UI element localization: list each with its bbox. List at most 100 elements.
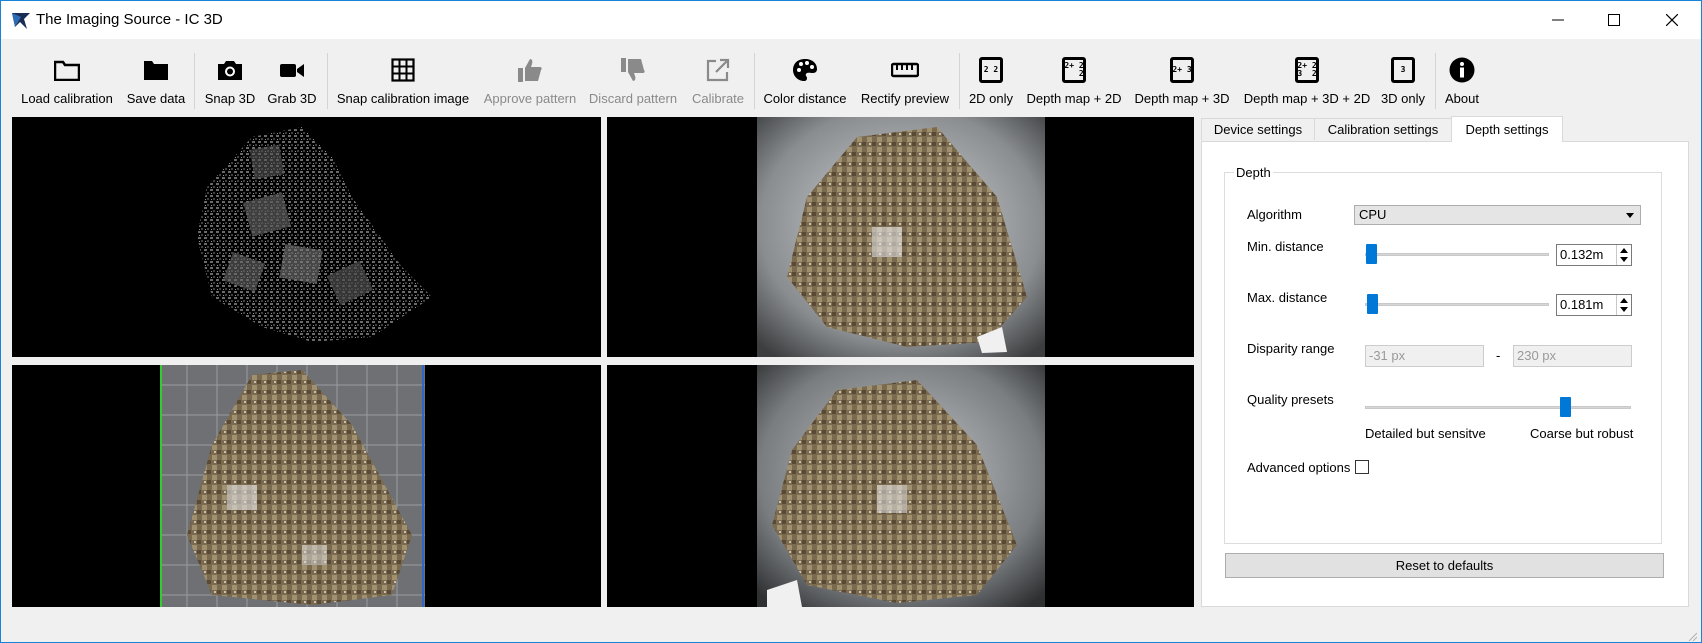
disparity-range-label: Disparity range (1247, 341, 1335, 356)
view-depth-3d-2d-label: Depth map + 3D + 2D (1243, 91, 1371, 106)
resize-grip-icon[interactable] (1687, 628, 1698, 642)
stepper-up-icon[interactable] (1620, 298, 1628, 303)
approve-pattern-label: Approve pattern (483, 91, 577, 106)
load-calibration-label: Load calibration (21, 91, 113, 106)
min-distance-value: 0.132m (1560, 247, 1604, 262)
main-window: The Imaging Source - IC 3D Load calibrat… (0, 0, 1702, 643)
snap-calibration-image-label: Snap calibration image (336, 91, 470, 106)
view-depth-3d-label: Depth map + 3D (1134, 91, 1230, 106)
snap-calibration-image-button[interactable]: Snap calibration image (334, 43, 472, 111)
thumbs-down-icon (620, 57, 646, 83)
toolbar-separator (1435, 53, 1436, 109)
algorithm-select[interactable]: CPU (1354, 205, 1641, 225)
toolbar-separator (194, 53, 195, 109)
tab-calibration-settings[interactable]: Calibration settings (1314, 118, 1452, 140)
minimize-icon (1552, 19, 1564, 21)
view-2d-only-label: 2D only (968, 91, 1014, 106)
view-depth-3d-2d-icon: 2+ 2 3 2 (1295, 57, 1319, 83)
view-2d-icon: 2 2 (979, 57, 1003, 83)
camera-image-cereal (757, 117, 1045, 357)
video-camera-icon (279, 57, 305, 83)
view-depth-2d-icon: 2+ 2 2 (1062, 57, 1086, 83)
save-data-button[interactable]: Save data (125, 43, 187, 111)
max-distance-spinbox[interactable]: 0.181m (1556, 294, 1632, 316)
load-calibration-button[interactable]: Load calibration (21, 43, 113, 111)
depth-map-view[interactable] (12, 117, 601, 357)
toolbar-separator (754, 53, 755, 109)
view-depth-3d-2d-button[interactable]: 2+ 2 3 2 Depth map + 3D + 2D (1240, 43, 1374, 111)
max-distance-value: 0.181m (1560, 297, 1604, 312)
min-distance-label: Min. distance (1247, 239, 1324, 254)
close-button[interactable] (1643, 1, 1701, 39)
view-2d-only-button[interactable]: 2 2 2D only (965, 43, 1017, 111)
info-icon (1449, 57, 1475, 83)
min-distance-stepper[interactable] (1616, 245, 1631, 265)
window-title: The Imaging Source - IC 3D (36, 11, 223, 28)
toolbar-separator (959, 53, 960, 109)
depth-point-cloud-image (197, 127, 432, 342)
quality-right-label: Coarse but robust (1530, 426, 1634, 441)
algorithm-label: Algorithm (1247, 207, 1302, 222)
discard-pattern-label: Discard pattern (588, 91, 678, 106)
quality-presets-label: Quality presets (1247, 392, 1334, 407)
camera-image-cereal (757, 365, 1045, 607)
reset-to-defaults-button[interactable]: Reset to defaults (1225, 553, 1664, 578)
color-distance-label: Color distance (763, 91, 847, 106)
snap-3d-button[interactable]: Snap 3D (202, 43, 258, 111)
external-edit-icon (706, 57, 730, 83)
toolbar: Load calibration Save data Snap 3D Grab … (1, 43, 1701, 111)
palette-icon (792, 57, 818, 83)
max-distance-label: Max. distance (1247, 290, 1328, 305)
view-3d-icon: 3 (1391, 57, 1415, 83)
max-distance-stepper[interactable] (1616, 295, 1631, 315)
max-distance-slider-handle[interactable] (1367, 294, 1378, 314)
close-icon (1666, 14, 1678, 26)
quality-presets-slider-handle[interactable] (1560, 397, 1571, 417)
disparity-separator: - (1496, 348, 1501, 363)
disparity-max-field[interactable]: 230 px (1513, 345, 1632, 367)
right-camera-view[interactable] (607, 365, 1194, 607)
minimize-button[interactable] (1529, 1, 1587, 39)
min-distance-slider-handle[interactable] (1366, 244, 1377, 264)
view-3d-only-button[interactable]: 3 3D only (1379, 43, 1427, 111)
calibrate-label: Calibrate (691, 91, 745, 106)
color-distance-button[interactable]: Color distance (761, 43, 849, 111)
depth-group-title: Depth (1234, 165, 1273, 180)
thumbs-up-icon (517, 57, 543, 83)
title-bar: The Imaging Source - IC 3D (1, 1, 1701, 39)
3d-point-cloud-image (160, 365, 425, 607)
view-depth-3d-icon: 2+ 3 (1170, 57, 1194, 83)
about-button[interactable]: About (1441, 43, 1483, 111)
stepper-up-icon[interactable] (1620, 248, 1628, 253)
min-distance-spinbox[interactable]: 0.132m (1556, 244, 1632, 266)
tab-depth-settings[interactable]: Depth settings (1451, 116, 1563, 142)
maximize-button[interactable] (1585, 1, 1643, 39)
calibrate-button[interactable]: Calibrate (687, 43, 749, 111)
max-distance-slider-track[interactable] (1365, 303, 1549, 306)
chevron-down-icon (1626, 213, 1634, 218)
view-depth-3d-button[interactable]: 2+ 3 Depth map + 3D (1131, 43, 1233, 111)
advanced-options-checkbox[interactable] (1355, 460, 1369, 474)
view-depth-2d-label: Depth map + 2D (1026, 91, 1122, 106)
left-camera-view[interactable] (607, 117, 1194, 357)
discard-pattern-button[interactable]: Discard pattern (585, 43, 681, 111)
maximize-icon (1608, 14, 1620, 26)
view-3d-only-label: 3D only (1380, 91, 1426, 106)
quality-left-label: Detailed but sensitve (1365, 426, 1486, 441)
ruler-icon (891, 57, 919, 83)
folder-icon (143, 57, 169, 83)
view-depth-2d-button[interactable]: 2+ 2 2 Depth map + 2D (1023, 43, 1125, 111)
min-distance-slider-track[interactable] (1365, 253, 1549, 256)
3d-view[interactable] (12, 365, 601, 607)
toolbar-separator (327, 53, 328, 109)
quality-presets-slider-track[interactable] (1365, 406, 1631, 409)
advanced-options-label: Advanced options (1247, 460, 1351, 475)
grid-icon (391, 57, 415, 83)
approve-pattern-button[interactable]: Approve pattern (480, 43, 580, 111)
disparity-min-field[interactable]: -31 px (1365, 345, 1484, 367)
stepper-down-icon[interactable] (1620, 307, 1628, 312)
grab-3d-button[interactable]: Grab 3D (263, 43, 321, 111)
tab-device-settings[interactable]: Device settings (1201, 118, 1315, 140)
stepper-down-icon[interactable] (1620, 257, 1628, 262)
rectify-preview-button[interactable]: Rectify preview (857, 43, 953, 111)
